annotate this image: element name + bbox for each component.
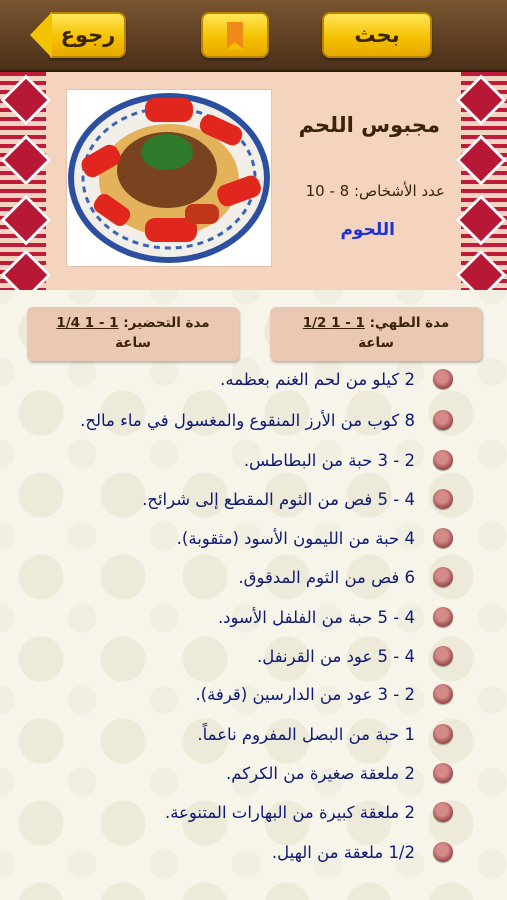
prep-time-box: مدة التحضير: 1 - 1 1/4 ساعة	[27, 307, 239, 361]
prep-time-label: مدة التحضير:	[123, 315, 210, 331]
bullet-icon	[433, 763, 453, 783]
bullet-icon	[433, 724, 453, 744]
bullet-icon	[433, 802, 453, 822]
back-label: رجوع	[60, 23, 116, 47]
ingredient-text: 4 - 5 حبة من الفلفل الأسود.	[217, 607, 415, 627]
category-link[interactable]: اللحوم	[280, 220, 395, 240]
ingredient-text: 2 ملعقة صغيرة من الكركم.	[226, 763, 415, 783]
ingredient-text: 4 حبة من الليمون الأسود (مثقوبة).	[176, 528, 415, 548]
ingredient-text: 4 - 5 عود من القرنفل.	[256, 646, 415, 666]
list-item: 8 كوب من الأرز المنقوع والمغسول في ماء م…	[30, 405, 453, 435]
list-item: 2 ملعقة كبيرة من البهارات المتنوعة.	[30, 797, 453, 827]
bullet-icon	[433, 410, 453, 430]
bullet-icon	[433, 684, 453, 704]
cook-time-value: 1 - 1 1/2	[302, 315, 365, 331]
cook-time-box: مدة الطهي: 1 - 1 1/2 ساعة	[270, 307, 482, 361]
bullet-icon	[433, 842, 453, 862]
search-label: بحث	[354, 23, 400, 47]
bookmark-button[interactable]	[201, 12, 269, 58]
back-arrow-icon	[30, 12, 52, 58]
search-button[interactable]: بحث	[322, 12, 432, 58]
back-button[interactable]: رجوع	[30, 12, 126, 58]
ingredient-text: 6 فص من الثوم المدقوق.	[238, 567, 415, 587]
list-item: 4 حبة من الليمون الأسود (مثقوبة).	[30, 523, 453, 553]
list-item: 1 حبة من البصل المفروم ناعماً.	[30, 719, 453, 749]
top-bar: بحث رجوع	[0, 0, 507, 72]
bullet-icon	[433, 567, 453, 587]
list-item: 1/2 ملعقة من الهيل.	[30, 837, 453, 867]
ingredient-text: 2 ملعقة كبيرة من البهارات المتنوعة.	[164, 802, 415, 822]
bullet-icon	[433, 450, 453, 470]
list-item: 4 - 5 عود من القرنفل.	[30, 641, 453, 671]
cook-time-label: مدة الطهي:	[369, 315, 450, 331]
ingredient-text: 4 - 5 فص من الثوم المقطع إلى شرائح.	[142, 489, 415, 509]
bullet-icon	[433, 369, 453, 389]
prep-time-value: 1 - 1 1/4	[56, 315, 119, 331]
list-item: 4 - 5 فص من الثوم المقطع إلى شرائح.	[30, 484, 453, 514]
list-item: 2 ملعقة صغيرة من الكركم.	[30, 758, 453, 788]
ingredient-text: 2 - 3 حبة من البطاطس.	[243, 450, 415, 470]
bullet-icon	[433, 528, 453, 548]
prep-time-unit: ساعة	[115, 335, 151, 351]
list-item: 2 - 3 عود من الدارسين (قرفة).	[30, 679, 453, 709]
ingredient-text: 2 كيلو من لحم الغنم بعظمه.	[220, 369, 415, 389]
cook-time-unit: ساعة	[358, 335, 394, 351]
list-item: 2 كيلو من لحم الغنم بعظمه.	[30, 364, 453, 394]
bookmark-icon	[227, 22, 243, 49]
ingredient-text: 2 - 3 عود من الدارسين (قرفة).	[195, 684, 415, 704]
ingredient-text: 8 كوب من الأرز المنقوع والمغسول في ماء م…	[80, 410, 415, 430]
servings-text: عدد الأشخاص: 8 - 10	[305, 182, 445, 200]
bullet-icon	[433, 489, 453, 509]
recipe-title: مجبوس اللحم	[298, 113, 440, 137]
bullet-icon	[433, 646, 453, 666]
list-item: 2 - 3 حبة من البطاطس.	[30, 445, 453, 475]
list-item: 4 - 5 حبة من الفلفل الأسود.	[30, 602, 453, 632]
ingredient-text: 1/2 ملعقة من الهيل.	[271, 842, 415, 862]
recipe-photo	[66, 89, 272, 267]
bullet-icon	[433, 607, 453, 627]
list-item: 6 فص من الثوم المدقوق.	[30, 562, 453, 592]
ingredient-text: 1 حبة من البصل المفروم ناعماً.	[197, 724, 415, 744]
